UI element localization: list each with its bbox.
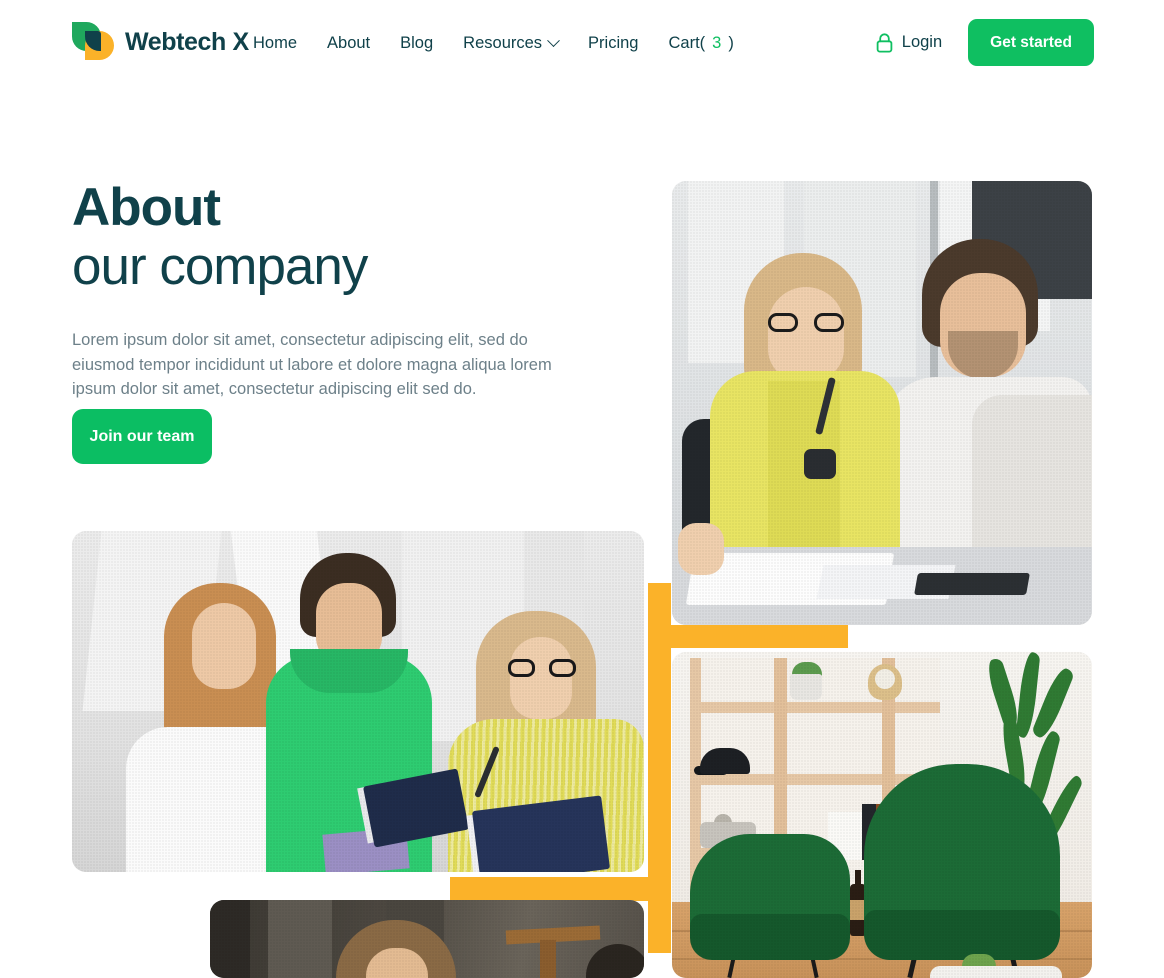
nav-label: About [327,33,371,52]
brand-logo[interactable]: Webtech X [72,20,249,64]
nav-label: Blog [400,33,434,52]
cart-label-prefix: Cart( [668,33,706,52]
nav-label: Home [253,33,298,52]
chevron-down-icon [547,33,560,47]
photo-portrait-dark [210,900,644,978]
accent-bar-arm-left [450,877,671,901]
hero-copy: About our company Lorem ipsum dolor sit … [72,178,592,402]
join-our-team-button[interactable]: Join our team [72,409,212,464]
brand-name: Webtech X [125,27,249,56]
photo-colleagues-at-desk [672,181,1092,625]
nav-item-blog[interactable]: Blog [400,35,433,52]
page-title-line-1: About [72,178,221,237]
header-actions: Login Get started [876,19,1094,66]
leaf-logo-icon [72,20,114,64]
page-title: About our company [72,178,592,296]
nav-item-resources[interactable]: Resources [463,33,560,52]
nav-item-pricing[interactable]: Pricing [588,35,638,52]
nav-label: Resources [463,33,543,52]
nav-item-cart[interactable]: Cart( 3) [668,35,733,52]
hero-description: Lorem ipsum dolor sit amet, consectetur … [72,331,552,398]
get-started-button[interactable]: Get started [968,19,1094,66]
page-title-line-2: our company [72,237,368,296]
nav-label: Pricing [588,33,639,52]
lock-icon [876,32,893,53]
nav-item-home[interactable]: Home [253,35,297,52]
main-navigation: Home About Blog Resources Pricing Cart( 3… [253,29,734,57]
cart-label-suffix: ) [728,33,734,52]
login-label: Login [901,33,943,51]
accent-bar-arm-right [648,625,848,648]
cart-count-badge: 3 [712,33,722,52]
about-page: Webtech X Home About Blog Resources Pric… [0,0,1164,978]
photo-lounge-interior [672,652,1092,978]
photo-team-discussion [72,531,644,872]
login-link[interactable]: Login [876,32,943,53]
site-header: Webtech X Home About Blog Resources Pric… [0,0,1164,85]
nav-item-about[interactable]: About [327,35,370,52]
